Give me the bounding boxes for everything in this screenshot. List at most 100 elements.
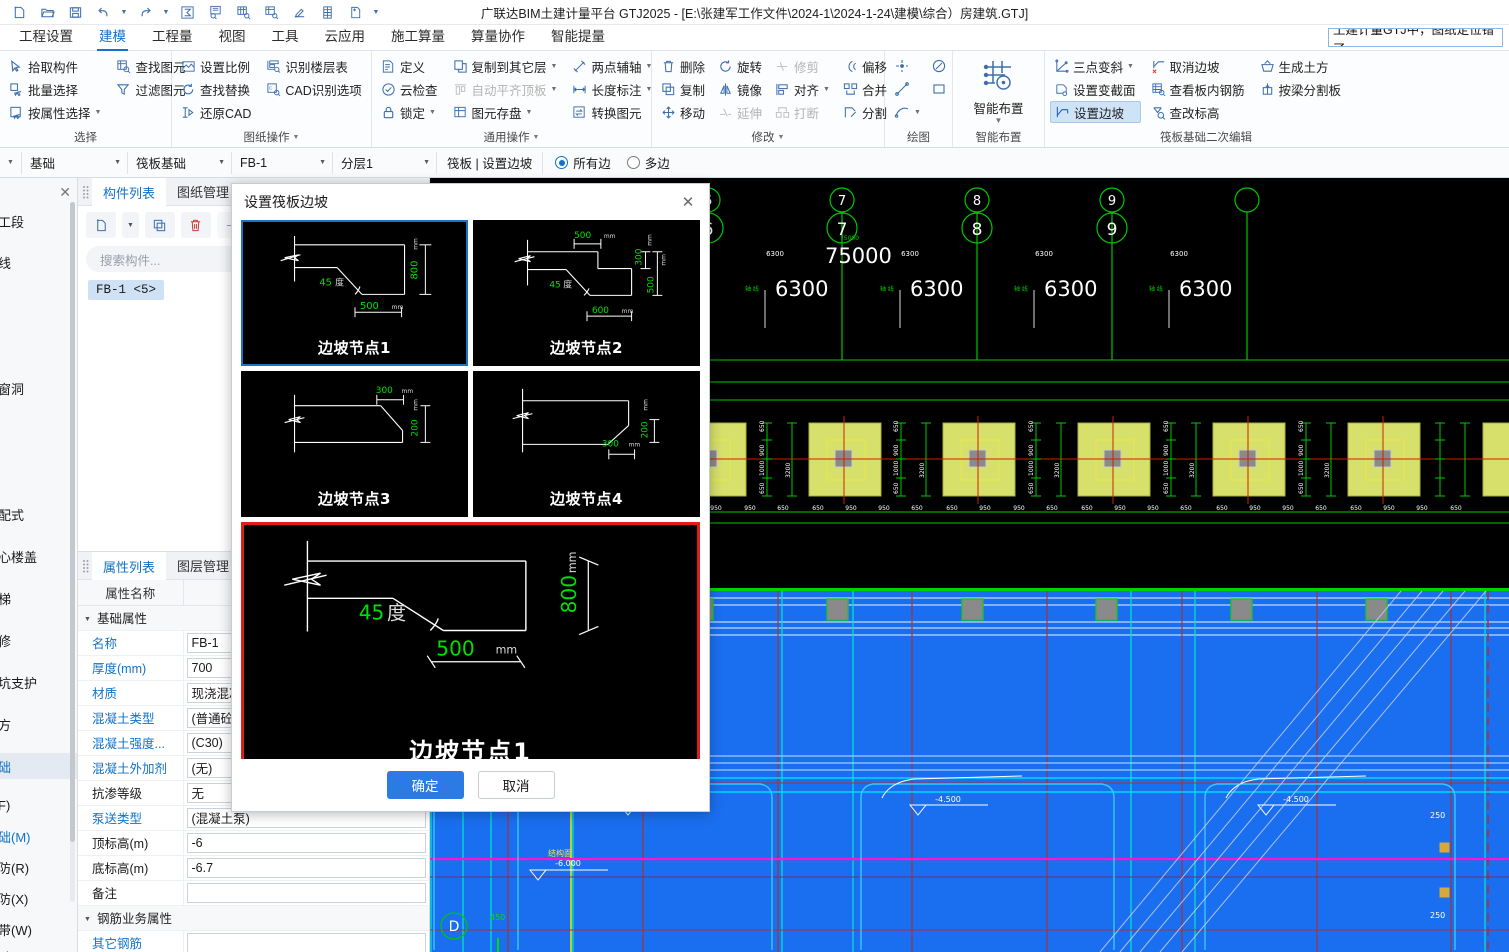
ribbon-item-circle-draw[interactable] — [928, 55, 953, 77]
ribbon-item-cad-recognize-option[interactable]: C CAD识别选项 — [262, 78, 366, 100]
undo-icon[interactable] — [90, 1, 116, 23]
slope-node-card-4[interactable]: 300 mm 200 mm 边坡节点4 — [473, 371, 700, 517]
slope-node-card-3[interactable]: 300 mm 200 mm 边坡节点3 — [241, 371, 468, 517]
ribbon-item-rotate[interactable]: 旋转 — [714, 55, 767, 77]
ribbon-item-auto-align-top[interactable]: 自动平齐顶板 ▼ — [449, 78, 563, 100]
nav-item-16[interactable]: 防(R) — [0, 854, 77, 880]
chevron-down-icon[interactable]: ▼ — [551, 86, 558, 93]
save-icon[interactable] — [62, 1, 88, 23]
list-item[interactable]: FB-1 <5> — [88, 280, 165, 300]
ribbon-item-select-by-property[interactable]: 按属性选择 ▼ — [5, 101, 106, 123]
chevron-down-icon[interactable]: ▼ — [293, 134, 300, 141]
close-icon[interactable]: ✕ — [677, 191, 699, 213]
ribbon-item-convert-element[interactable]: 转换图元 — [568, 101, 657, 123]
ribbon-item-set-scale[interactable]: 设置比例 — [177, 55, 256, 77]
ribbon-item-pick-element[interactable]: 拾取构件 — [5, 55, 106, 77]
ok-button[interactable]: 确定 — [386, 771, 464, 799]
delete-component-button[interactable] — [180, 212, 211, 238]
ribbon-item-lock[interactable]: 锁定 ▼ — [377, 101, 443, 123]
ribbon-item-copy[interactable]: 复制 — [657, 78, 710, 100]
ribbon-item-recognize-floor-table[interactable]: 识别楼层表 — [262, 55, 366, 77]
open-folder-icon[interactable] — [34, 1, 60, 23]
ribbon-item-set-slope[interactable]: 设置边坡 — [1050, 101, 1141, 123]
tab-component-list[interactable]: 构件列表 — [92, 177, 167, 206]
ribbon-item-break[interactable]: 打断 — [771, 101, 835, 123]
nav-item-9[interactable]: 梯 — [0, 585, 77, 611]
ribbon-item-restore-cad[interactable]: 还原CAD — [177, 101, 256, 123]
nav-item-14[interactable]: F) — [0, 792, 77, 818]
ribbon-item-batch-select[interactable]: 批量选择 — [5, 78, 106, 100]
ribbon-item-trim[interactable]: 修剪 — [771, 55, 835, 77]
cancel-button[interactable]: 取消 — [477, 771, 555, 799]
redo-icon[interactable] — [132, 1, 158, 23]
ribbon-item-mirror[interactable]: 镜像 — [714, 78, 767, 100]
selbar-caret-icon[interactable]: ▼ — [0, 151, 22, 174]
sum-icon[interactable] — [174, 1, 200, 23]
tab-property-list[interactable]: 属性列表 — [92, 552, 167, 580]
tab-gongju[interactable]: 工具 — [259, 26, 312, 50]
tab-drawing-management[interactable]: 图纸管理 — [166, 178, 240, 206]
tab-shitu[interactable]: 视图 — [206, 26, 259, 50]
ribbon-item-extend[interactable]: 延伸 — [714, 101, 767, 123]
property-value-input[interactable] — [186, 932, 426, 952]
nav-item-2[interactable] — [0, 291, 77, 317]
ribbon-item-cloud-check[interactable]: 云检查 — [377, 78, 443, 100]
grid-query-icon[interactable] — [258, 1, 284, 23]
ribbon-item-rect-draw[interactable] — [928, 78, 953, 100]
chevron-down-icon[interactable]: ▼ — [1127, 63, 1134, 70]
nav-item-17[interactable]: 防(X) — [0, 885, 77, 911]
tab-shigongsuanliang[interactable]: 施工算量 — [378, 26, 458, 50]
notification-banner[interactable]: 土建计量GTJ中，图纸定位错了， — [1328, 28, 1503, 47]
chevron-down-icon[interactable]: ▼ — [114, 159, 121, 166]
chevron-down-icon[interactable]: ▼ — [218, 159, 225, 166]
redo-caret-icon[interactable]: ▼ — [160, 1, 172, 23]
new-file-icon[interactable] — [6, 1, 32, 23]
nav-item-5[interactable] — [0, 417, 77, 443]
tab-jianmo[interactable]: 建模 — [86, 26, 139, 51]
close-icon[interactable]: ✕ — [59, 184, 71, 201]
nav-item-foundation[interactable]: 础 — [0, 753, 77, 779]
nav-item-15[interactable]: 础(M) — [0, 823, 77, 849]
overflow-caret-icon[interactable]: ▼ — [370, 1, 382, 23]
table-query-icon[interactable] — [230, 1, 256, 23]
ribbon-item-align[interactable]: 对齐 ▼ — [771, 78, 835, 100]
drag-grip-icon[interactable] — [78, 178, 92, 206]
ribbon-item-set-variable-section[interactable]: 设置变截面 — [1050, 78, 1141, 100]
chevron-down-icon[interactable]: ▼ — [823, 86, 830, 93]
chevron-down-icon[interactable]: ▼ — [429, 109, 436, 116]
tab-suanliangxiezuo[interactable]: 算量协作 — [458, 26, 538, 50]
copy-component-button[interactable] — [144, 212, 175, 238]
ribbon-item-length-dimension[interactable]: 长度标注 ▼ — [568, 78, 657, 100]
chevron-down-icon[interactable]: ▼ — [423, 159, 430, 166]
chevron-down-icon[interactable]: ▼ — [551, 63, 558, 70]
chevron-down-icon[interactable]: ▼ — [95, 109, 102, 116]
add-sheet-icon[interactable] — [342, 1, 368, 23]
ribbon-item-check-elevation[interactable]: 查改标高 — [1147, 101, 1250, 123]
slope-node-card-2[interactable]: 500 mm 300 500 mm mm 600 mm 45 度 边坡节点2 — [473, 220, 700, 366]
radio-all-edges[interactable]: 所有边 — [555, 153, 611, 172]
property-value-input[interactable]: -6 — [186, 832, 426, 853]
nav-item-18[interactable]: 带(W) — [0, 916, 77, 942]
nav-item-7[interactable]: 配式 — [0, 501, 77, 527]
ribbon-item-point-draw[interactable] — [890, 55, 926, 77]
tab-yunyingyong[interactable]: 云应用 — [312, 26, 379, 50]
scaffold-icon[interactable] — [314, 1, 340, 23]
property-value-input[interactable] — [186, 882, 426, 903]
drag-grip-icon[interactable] — [78, 552, 92, 580]
radio-multi-edge[interactable]: 多边 — [626, 153, 670, 172]
ribbon-item-delete[interactable]: 删除 — [657, 55, 710, 77]
nav-item-0[interactable]: 工段 — [0, 208, 77, 234]
ribbon-item-move[interactable]: 移动 — [657, 101, 710, 123]
chevron-down-icon[interactable]: ▼ — [526, 109, 533, 116]
nav-item-4[interactable]: 窗洞 — [0, 375, 77, 401]
nav-item-19[interactable]: K) — [0, 943, 77, 952]
nav-scrollbar[interactable] — [70, 202, 75, 902]
tab-gongchengshezhi[interactable]: 工程设置 — [6, 26, 86, 50]
tab-gongchengliang[interactable]: 工程量 — [139, 26, 206, 50]
ribbon-item-view-slab-rebar[interactable]: 查看板内钢筋 — [1147, 78, 1250, 100]
ribbon-item-define[interactable]: 定义 — [377, 55, 443, 77]
ribbon-item-arc-draw[interactable]: ▼ — [890, 101, 926, 123]
ribbon-item-copy-to-other-floor[interactable]: 复制到其它层 ▼ — [449, 55, 563, 77]
chevron-down-icon[interactable]: ▼ — [319, 159, 326, 166]
nav-item-3[interactable] — [0, 333, 77, 359]
